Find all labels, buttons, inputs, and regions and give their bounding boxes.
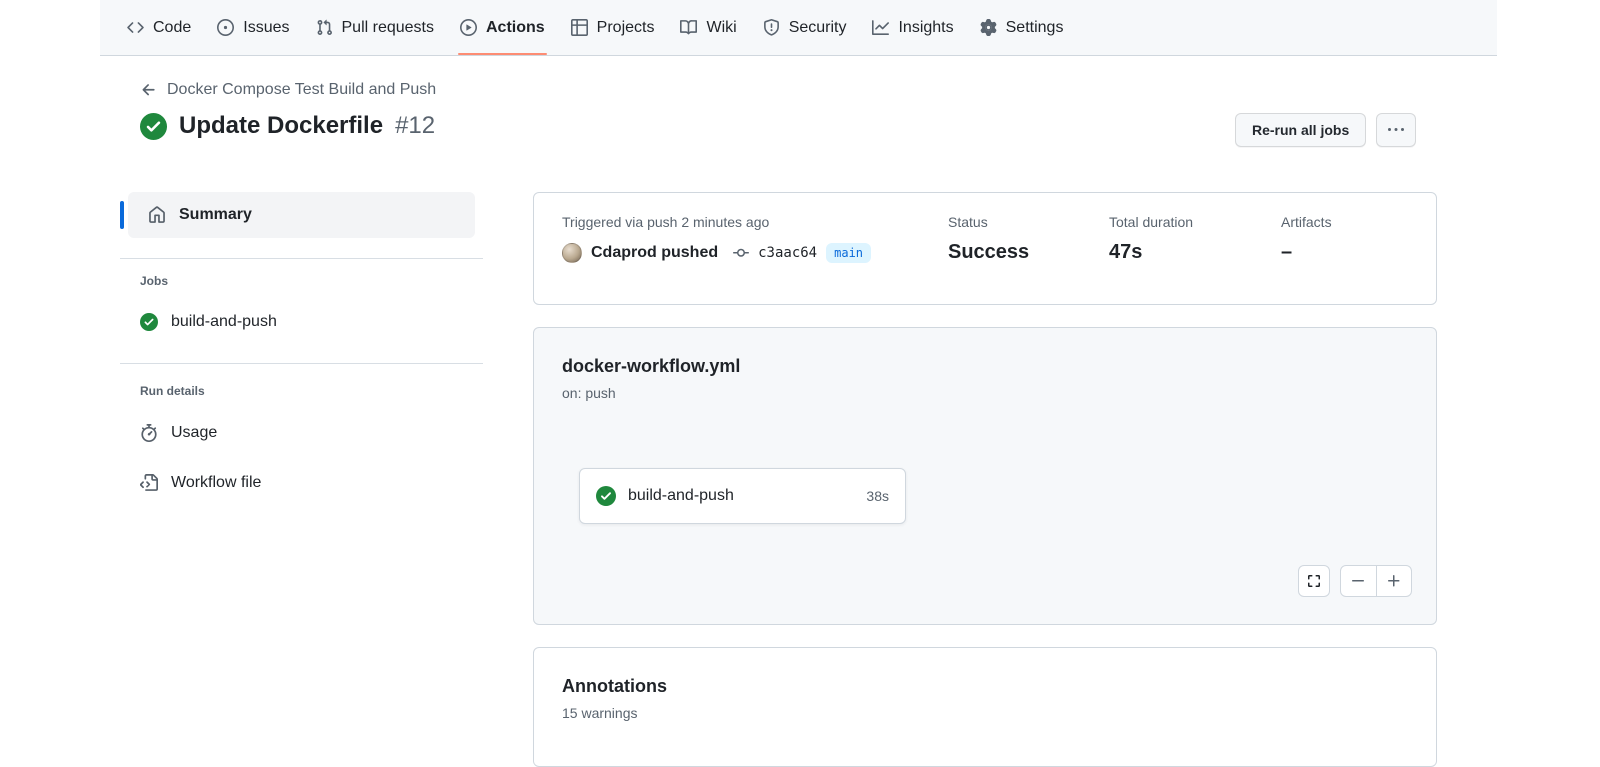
gear-icon [980, 19, 997, 36]
run-details-heading: Run details [140, 384, 205, 398]
nav-tab-pull-requests[interactable]: Pull requests [303, 0, 448, 55]
sidebar-item-summary[interactable]: Summary [120, 192, 475, 238]
job-node-duration: 38s [866, 488, 889, 504]
plus-icon [1386, 573, 1402, 589]
rerun-all-jobs-button[interactable]: Re-run all jobs [1235, 113, 1366, 147]
table-icon [571, 19, 588, 36]
minus-icon [1350, 573, 1366, 589]
home-icon [148, 206, 166, 224]
usage-label: Usage [171, 424, 217, 442]
artifacts-value: – [1281, 241, 1332, 264]
play-circle-icon [460, 19, 477, 36]
duration-column: Total duration 47s [1109, 214, 1193, 264]
run-number: #12 [395, 112, 435, 140]
nav-tab-code[interactable]: Code [114, 0, 204, 55]
kebab-icon [1388, 122, 1404, 138]
git-commit-icon [733, 245, 749, 261]
nav-tab-label: Settings [1006, 19, 1064, 37]
issue-opened-icon [217, 19, 234, 36]
breadcrumb[interactable]: Docker Compose Test Build and Push [140, 81, 436, 99]
nav-tab-actions[interactable]: Actions [447, 0, 558, 55]
graph-icon [872, 19, 889, 36]
duration-value: 47s [1109, 241, 1193, 264]
avatar[interactable] [562, 243, 582, 263]
nav-tab-label: Projects [597, 19, 655, 37]
artifacts-label: Artifacts [1281, 214, 1332, 230]
nav-tab-wiki[interactable]: Wiki [667, 0, 749, 55]
sidebar-item-usage[interactable]: Usage [140, 424, 217, 442]
header-actions: Re-run all jobs [1235, 113, 1416, 147]
run-sidebar: Summary Jobs build-and-push Run details … [120, 192, 483, 522]
status-label: Status [948, 214, 1029, 230]
nav-tab-projects[interactable]: Projects [558, 0, 668, 55]
artifacts-column: Artifacts – [1281, 214, 1332, 264]
zoom-in-button[interactable] [1376, 566, 1412, 596]
sidebar-job-build-and-push[interactable]: build-and-push [140, 313, 277, 331]
annotations-title: Annotations [562, 676, 667, 697]
nav-tab-label: Pull requests [342, 19, 435, 37]
workflow-graph-card: docker-workflow.yml on: push build-and-p… [533, 327, 1437, 625]
status-value: Success [948, 241, 1029, 264]
annotations-warning-count: 15 warnings [562, 705, 638, 721]
nav-tab-label: Insights [898, 19, 953, 37]
stopwatch-icon [140, 424, 158, 442]
run-summary-card: Triggered via push 2 minutes ago Cdaprod… [533, 192, 1437, 305]
commit-sha-link[interactable]: c3aac64 [758, 245, 817, 261]
shield-icon [763, 19, 780, 36]
code-icon [127, 19, 144, 36]
duration-label: Total duration [1109, 214, 1193, 230]
pusher-row: Cdaprod pushed c3aac64 main [562, 243, 871, 263]
nav-tab-settings[interactable]: Settings [967, 0, 1077, 55]
breadcrumb-workflow-name: Docker Compose Test Build and Push [167, 81, 436, 99]
job-node-build-and-push[interactable]: build-and-push 38s [579, 468, 906, 524]
job-node-name: build-and-push [628, 487, 734, 505]
nav-tab-label: Security [789, 19, 847, 37]
annotations-card: Annotations 15 warnings [533, 647, 1437, 767]
book-icon [680, 19, 697, 36]
nav-tab-label: Issues [243, 19, 289, 37]
job-name: build-and-push [171, 313, 277, 331]
more-options-button[interactable] [1376, 113, 1416, 147]
git-pull-request-icon [316, 19, 333, 36]
branch-badge[interactable]: main [826, 243, 871, 263]
nav-tab-label: Code [153, 19, 191, 37]
sidebar-summary-label: Summary [179, 206, 252, 224]
workflow-trigger: on: push [562, 385, 616, 401]
screen-full-icon [1306, 573, 1322, 589]
active-tab-underline [458, 53, 547, 55]
actor-text: Cdaprod pushed [591, 244, 718, 262]
sidebar-divider [120, 363, 483, 364]
sidebar-divider [120, 258, 483, 259]
selected-accent-bar [120, 201, 124, 229]
zoom-control-group [1340, 565, 1412, 597]
sidebar-item-summary-body[interactable]: Summary [128, 192, 475, 238]
file-code-icon [140, 474, 158, 492]
check-circle-icon [140, 313, 158, 331]
status-column: Status Success [948, 214, 1029, 264]
fit-view-button[interactable] [1298, 565, 1330, 597]
nav-tab-security[interactable]: Security [750, 0, 860, 55]
workflow-file-name: docker-workflow.yml [562, 356, 740, 377]
sidebar-item-workflow-file[interactable]: Workflow file [140, 474, 261, 492]
arrow-left-icon [140, 81, 158, 99]
run-title-row: Update Dockerfile #12 [140, 112, 435, 140]
nav-tab-issues[interactable]: Issues [204, 0, 302, 55]
jobs-heading: Jobs [140, 274, 168, 288]
nav-tab-insights[interactable]: Insights [859, 0, 966, 55]
page-title: Update Dockerfile [179, 112, 383, 140]
nav-tab-label: Wiki [706, 19, 736, 37]
nav-tab-label: Actions [486, 19, 545, 37]
check-circle-icon [140, 113, 167, 140]
check-circle-icon [596, 486, 616, 506]
zoom-out-button[interactable] [1341, 566, 1376, 596]
repo-nav: Code Issues Pull requests Actions Projec… [100, 0, 1497, 56]
triggered-text: Triggered via push 2 minutes ago [562, 214, 769, 230]
workflow-file-label: Workflow file [171, 474, 261, 492]
graph-controls [1298, 565, 1412, 597]
